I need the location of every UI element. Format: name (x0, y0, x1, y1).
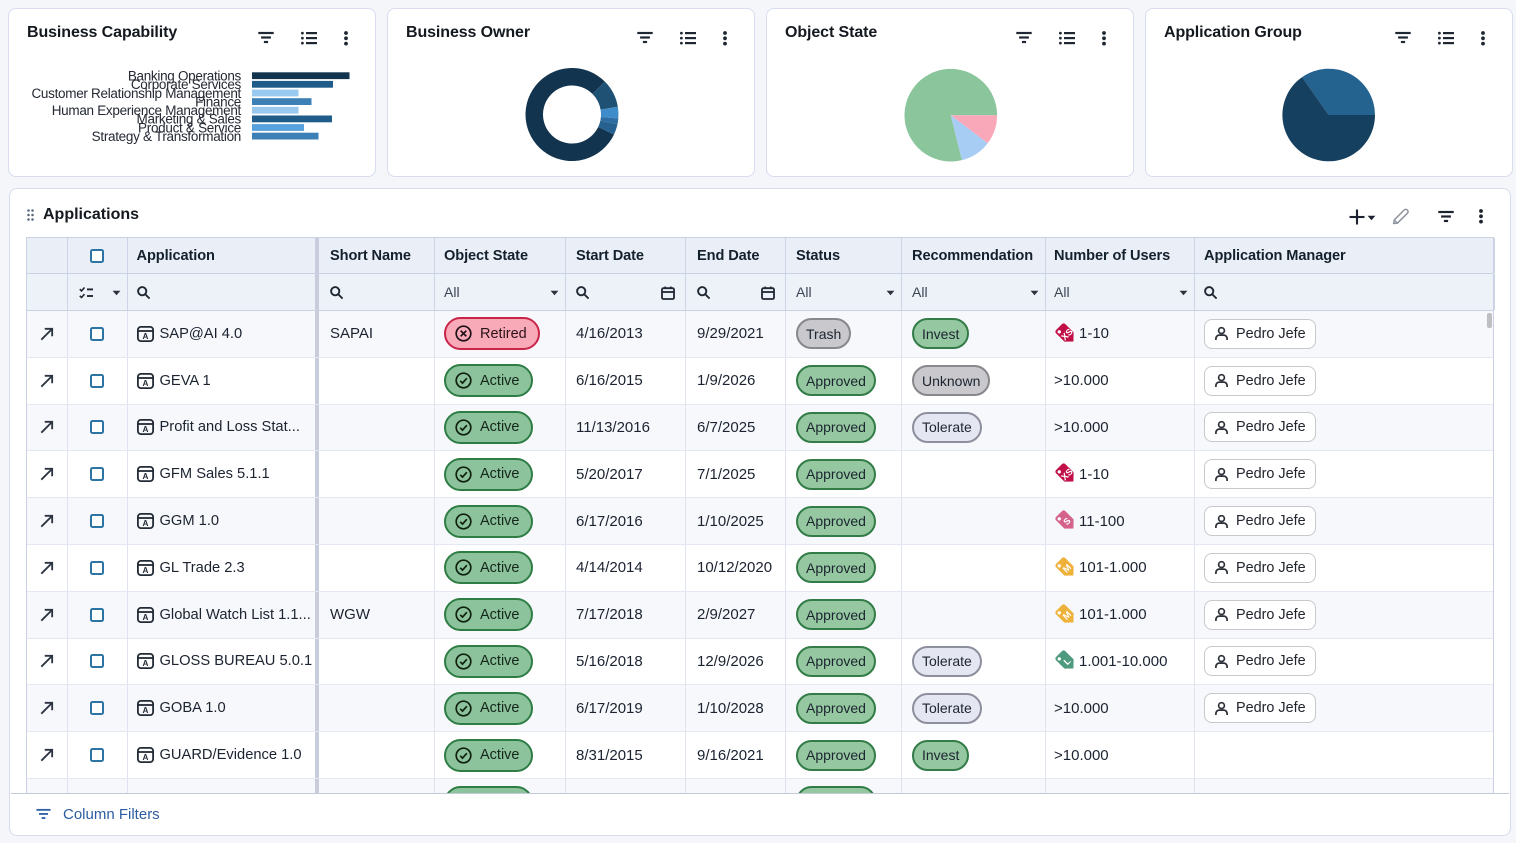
svg-text:A: A (142, 426, 148, 435)
svg-text:A: A (142, 472, 148, 481)
svg-text:A: A (142, 706, 148, 715)
svg-text:A: A (142, 566, 148, 575)
svg-text:A: A (142, 379, 148, 388)
svg-text:Strategy & Transformation: Strategy & Transformation (92, 129, 241, 144)
svg-text:A: A (142, 332, 148, 341)
svg-text:A: A (142, 660, 148, 669)
svg-text:A: A (142, 519, 148, 528)
svg-text:A: A (142, 613, 148, 622)
svg-text:A: A (142, 753, 148, 762)
